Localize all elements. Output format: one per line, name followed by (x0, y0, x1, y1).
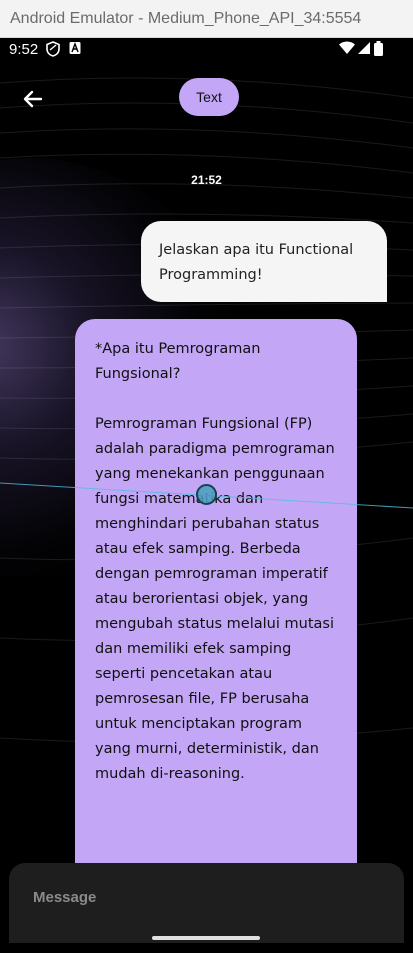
status-bar: 9:52 (0, 38, 413, 62)
message-input[interactable] (31, 881, 375, 913)
arrow-left-icon (23, 90, 43, 108)
status-time: 9:52 (9, 41, 39, 58)
message-composer (9, 863, 404, 943)
phone-screen: 9:52 Text 21:52 Jelaskan apa itu Functio… (0, 38, 413, 953)
keyboard-a-icon (69, 41, 81, 59)
text-mode-chip[interactable]: Text (179, 78, 239, 116)
ai-message-bubble: *Apa itu Pemrograman Fungsional? Pemrogr… (75, 319, 357, 879)
window-title: Android Emulator - Medium_Phone_API_34:5… (0, 0, 413, 38)
message-timestamp: 21:52 (191, 173, 222, 187)
battery-icon (374, 41, 383, 60)
emulator-window: Android Emulator - Medium_Phone_API_34:5… (0, 0, 413, 953)
user-message-bubble: Jelaskan apa itu Functional Programming! (141, 221, 387, 302)
touch-pointer-indicator (196, 484, 217, 505)
signal-icon (357, 41, 370, 59)
home-gesture-bar[interactable] (152, 936, 260, 940)
wifi-icon (339, 41, 355, 59)
shield-icon (46, 41, 60, 61)
back-button[interactable] (18, 84, 48, 114)
